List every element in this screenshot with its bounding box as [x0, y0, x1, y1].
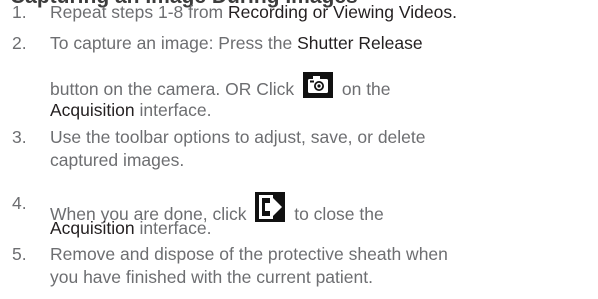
step-2-line-1: To capture an image: Press the Shutter R…	[50, 32, 595, 55]
step-5-line-2: you have finished with the current patie…	[50, 267, 373, 287]
step-4-interface-text: interface.	[134, 218, 212, 238]
acquisition-label: Acquisition	[50, 218, 135, 238]
step-number: 5.	[12, 244, 27, 264]
step-2-click-text: button on the camera. OR Click	[50, 79, 299, 99]
step-5-line-1: Remove and dispose of the protective she…	[50, 244, 448, 264]
step-3-line-2: captured images.	[50, 150, 185, 170]
acquisition-label: Acquisition	[50, 100, 135, 120]
step-number: 3.	[12, 127, 27, 147]
step-3-line-1: Use the toolbar options to adjust, save,…	[50, 127, 426, 147]
step-1-link-text: Recording or Viewing Videos.	[228, 2, 457, 22]
step-text: Repeat steps 1-8 from Recording or Viewi…	[50, 1, 595, 24]
step-2-on-the: on the	[337, 79, 391, 99]
step-2-interface-text: interface.	[134, 100, 212, 120]
step-number: 2.	[12, 33, 27, 53]
step-2-line-3: Acquisition interface.	[50, 99, 595, 122]
shutter-release-label: Shutter Release	[297, 33, 423, 53]
step-2-text: To capture an image: Press the	[50, 33, 298, 53]
step-number: 4.	[12, 193, 27, 213]
step-number: 1.	[12, 2, 27, 22]
step-1-text: Repeat steps 1-8 from	[50, 2, 228, 22]
step-4-line-2: Acquisition interface.	[50, 217, 595, 240]
